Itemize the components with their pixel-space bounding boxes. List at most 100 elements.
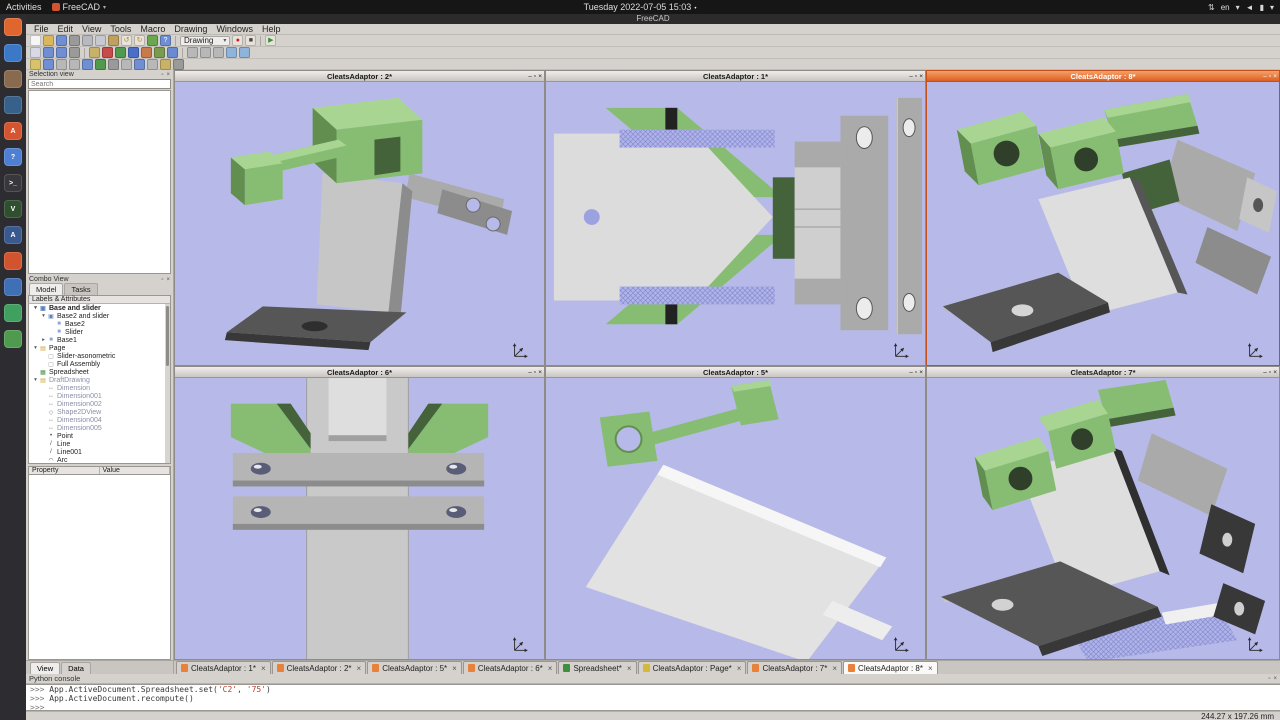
measure-distance-icon[interactable] bbox=[187, 47, 198, 58]
menu-file[interactable]: File bbox=[30, 24, 53, 35]
maximize-icon[interactable]: ▫ bbox=[534, 71, 536, 82]
vim-icon[interactable]: V bbox=[4, 200, 22, 218]
keyboard-layout-indicator[interactable]: en bbox=[1221, 3, 1230, 12]
copy-icon[interactable] bbox=[95, 35, 106, 46]
close-icon[interactable]: × bbox=[627, 664, 632, 673]
close-icon[interactable]: × bbox=[919, 71, 923, 82]
3d-viewport[interactable] bbox=[546, 378, 925, 659]
selection-view-header[interactable]: Selection view ▫ × bbox=[26, 70, 173, 79]
tree-item-point[interactable]: •Point bbox=[29, 432, 170, 440]
help-icon[interactable]: ? bbox=[4, 148, 22, 166]
libreoffice-impress-icon[interactable]: A bbox=[4, 122, 22, 140]
selection-list[interactable] bbox=[28, 90, 171, 274]
new-drawing-page-icon[interactable] bbox=[30, 59, 41, 70]
float-panel-icon[interactable]: ▫ bbox=[161, 277, 163, 283]
libreoffice-writer-icon[interactable]: A bbox=[4, 226, 22, 244]
tab-model[interactable]: Model bbox=[29, 283, 63, 295]
twisty-icon[interactable]: ▾ bbox=[40, 313, 47, 319]
software-center-icon[interactable] bbox=[4, 252, 22, 270]
close-icon[interactable]: × bbox=[452, 664, 457, 673]
cut-icon[interactable] bbox=[82, 35, 93, 46]
python-console-header[interactable]: Python console ▫ × bbox=[26, 674, 1280, 684]
save-file-icon[interactable] bbox=[56, 35, 67, 46]
maximize-icon[interactable]: ▫ bbox=[1269, 367, 1271, 378]
menu-macro[interactable]: Macro bbox=[136, 24, 169, 35]
mdi-window-titlebar[interactable]: CleatsAdaptor : 8* ‒ ▫ × bbox=[927, 71, 1279, 82]
menu-windows[interactable]: Windows bbox=[212, 24, 257, 35]
window-titlebar[interactable]: FreeCAD bbox=[26, 14, 1280, 24]
tree-item-arc[interactable]: ◠Arc bbox=[29, 456, 170, 464]
view-right-icon[interactable] bbox=[128, 47, 139, 58]
3d-viewport[interactable] bbox=[175, 378, 544, 659]
tree-item-spreadsheet[interactable]: ▦Spreadsheet bbox=[29, 368, 170, 376]
tree-scrollbar[interactable] bbox=[165, 304, 170, 463]
dimension-icon[interactable] bbox=[173, 59, 184, 70]
activities-button[interactable]: Activities bbox=[6, 2, 42, 12]
doc-tab-cleatsadaptor-8[interactable]: CleatsAdaptor : 8*× bbox=[843, 661, 938, 674]
doc-tab-cleatsadaptor-6[interactable]: CleatsAdaptor : 6*× bbox=[463, 661, 558, 674]
tree-item-dimension[interactable]: ↔Dimension bbox=[29, 384, 170, 392]
close-icon[interactable]: × bbox=[538, 71, 542, 82]
texture-icon[interactable] bbox=[213, 47, 224, 58]
firefox-icon[interactable] bbox=[4, 18, 22, 36]
close-icon[interactable]: × bbox=[1273, 71, 1277, 82]
export-page-icon[interactable] bbox=[108, 59, 119, 70]
refresh-icon[interactable] bbox=[147, 35, 158, 46]
mdi-window-titlebar[interactable]: CleatsAdaptor : 2* ‒ ▫ × bbox=[175, 71, 544, 82]
system-indicators[interactable]: ⇅en▾◄▮▾ bbox=[1208, 3, 1280, 12]
view-front-icon[interactable] bbox=[102, 47, 113, 58]
3d-viewport[interactable] bbox=[927, 82, 1279, 365]
clock[interactable]: Tuesday 2022-07-05 15:03• bbox=[0, 2, 1280, 12]
property-table-body[interactable] bbox=[28, 475, 171, 660]
tree-item-base2-and-slider[interactable]: ▾▣Base2 and slider bbox=[29, 312, 170, 320]
menu-view[interactable]: View bbox=[78, 24, 105, 35]
twisty-icon[interactable]: ▾ bbox=[32, 305, 39, 311]
close-icon[interactable]: × bbox=[538, 367, 542, 378]
minimize-icon[interactable]: ‒ bbox=[528, 367, 532, 378]
macro-play-icon[interactable]: ▶ bbox=[265, 35, 276, 46]
print-icon[interactable] bbox=[69, 35, 80, 46]
doc-tab-cleatsadaptor-7[interactable]: CleatsAdaptor : 7*× bbox=[747, 661, 842, 674]
symbol-icon[interactable] bbox=[147, 59, 158, 70]
rhythmbox-icon[interactable] bbox=[4, 96, 22, 114]
close-icon[interactable]: × bbox=[919, 367, 923, 378]
files-icon[interactable] bbox=[4, 70, 22, 88]
volume-icon[interactable]: ◄ bbox=[1246, 3, 1254, 12]
app-menu[interactable]: FreeCAD ▾ bbox=[52, 2, 107, 12]
tree-item-slider[interactable]: ■Slider bbox=[29, 328, 170, 336]
terminal-icon[interactable]: >_ bbox=[4, 174, 22, 192]
minimize-icon[interactable]: ‒ bbox=[1263, 367, 1267, 378]
tree-item-base2[interactable]: ■Base2 bbox=[29, 320, 170, 328]
appearance-icon[interactable] bbox=[239, 47, 250, 58]
minimize-icon[interactable]: ‒ bbox=[909, 367, 913, 378]
mdi-window-titlebar[interactable]: CleatsAdaptor : 1* ‒ ▫ × bbox=[546, 71, 925, 82]
libreoffice-calc-icon[interactable] bbox=[4, 330, 22, 348]
python-console-body[interactable]: >>> App.ActiveDocument.Spreadsheet.set('… bbox=[26, 684, 1280, 711]
tree-item-base-and-slider[interactable]: ▾▣Base and slider bbox=[29, 304, 170, 312]
maximize-icon[interactable]: ▫ bbox=[1269, 71, 1271, 82]
new-file-icon[interactable] bbox=[30, 35, 41, 46]
close-icon[interactable]: × bbox=[357, 664, 362, 673]
project-info-icon[interactable] bbox=[121, 59, 132, 70]
view-isometric-icon[interactable] bbox=[89, 47, 100, 58]
tree-item-line001[interactable]: /Line001 bbox=[29, 448, 170, 456]
close-icon[interactable]: × bbox=[928, 664, 933, 673]
twisty-icon[interactable]: ▾ bbox=[32, 345, 39, 351]
boxes-icon[interactable] bbox=[4, 304, 22, 322]
battery-icon[interactable]: ▮ bbox=[1260, 3, 1264, 12]
minimize-icon[interactable]: ‒ bbox=[909, 71, 913, 82]
close-panel-icon[interactable]: × bbox=[1273, 676, 1277, 682]
tab-data[interactable]: Data bbox=[61, 662, 91, 674]
view-rear-icon[interactable] bbox=[141, 47, 152, 58]
menu-tools[interactable]: Tools bbox=[106, 24, 135, 35]
mdi-window-titlebar[interactable]: CleatsAdaptor : 6* ‒ ▫ × bbox=[175, 367, 544, 378]
search-input[interactable] bbox=[28, 79, 171, 89]
doc-tab-spreadsheet[interactable]: Spreadsheet*× bbox=[558, 661, 636, 674]
close-icon[interactable]: × bbox=[548, 664, 553, 673]
float-panel-icon[interactable]: ▫ bbox=[161, 72, 163, 78]
open-file-icon[interactable] bbox=[43, 35, 54, 46]
doc-tab-cleatsadaptor-2[interactable]: CleatsAdaptor : 2*× bbox=[272, 661, 367, 674]
tree-item-dimension001[interactable]: ↔Dimension001 bbox=[29, 392, 170, 400]
maximize-icon[interactable]: ▫ bbox=[915, 367, 917, 378]
doc-tab-cleatsadaptor-5[interactable]: CleatsAdaptor : 5*× bbox=[367, 661, 462, 674]
